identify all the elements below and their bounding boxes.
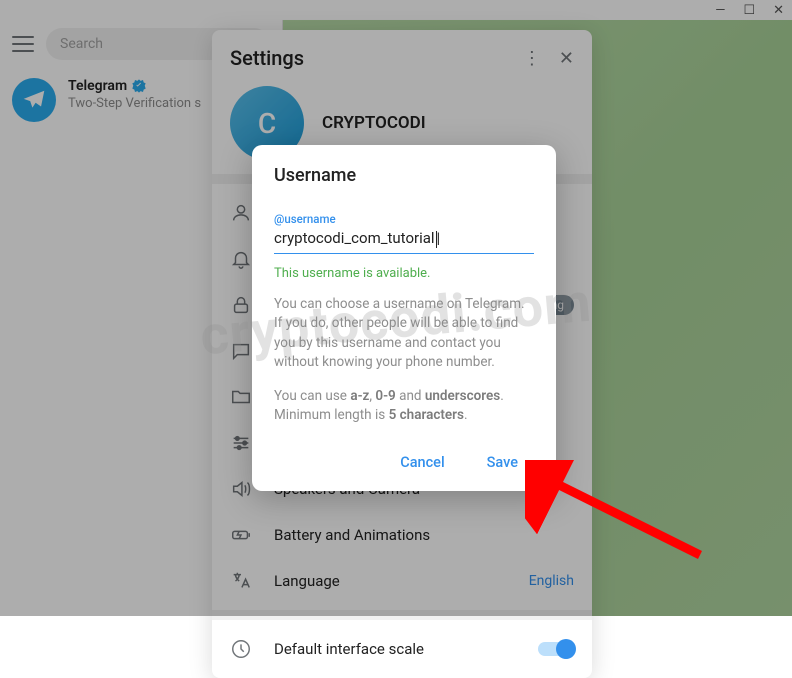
cancel-button[interactable]: Cancel: [384, 444, 460, 481]
username-help-2: You can use a-z, 0-9 and underscores. Mi…: [274, 387, 534, 426]
username-help-1: You can choose a username on Telegram. I…: [274, 295, 534, 373]
scale-icon: [230, 638, 252, 660]
username-status: This username is available.: [274, 266, 534, 281]
label: Default interface scale: [274, 640, 516, 658]
save-button[interactable]: Save: [471, 444, 534, 481]
settings-item-interface-scale[interactable]: Default interface scale: [212, 626, 592, 672]
dialog-title: Username: [274, 165, 534, 186]
scale-toggle[interactable]: [538, 642, 574, 656]
username-input[interactable]: cryptocodi_com_tutorial: [274, 226, 534, 254]
username-field-label: @username: [274, 212, 534, 226]
username-dialog: Username @username cryptocodi_com_tutori…: [252, 145, 556, 491]
